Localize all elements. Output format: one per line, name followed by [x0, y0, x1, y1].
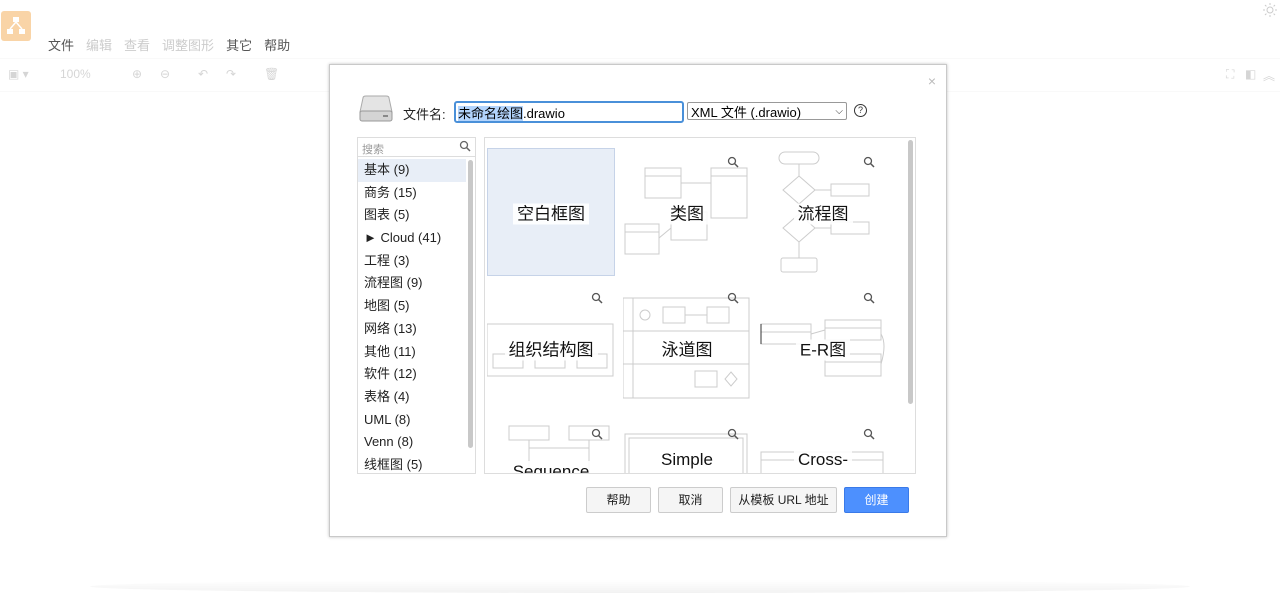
category-item-software[interactable]: 软件 (12): [358, 363, 466, 386]
fullscreen-icon[interactable]: ⛶: [1226, 67, 1234, 82]
filename-input[interactable]: 未命名绘图.drawio: [454, 101, 684, 123]
collapse-icon[interactable]: ︽: [1263, 67, 1275, 84]
app-logo: [1, 11, 31, 41]
category-item-tables[interactable]: 表格 (4): [358, 386, 466, 409]
template-cross-functional[interactable]: Cross-: [759, 420, 887, 473]
search-input[interactable]: 搜索: [358, 138, 475, 157]
template-er-diagram[interactable]: E-R图: [759, 284, 887, 412]
disk-icon: [359, 95, 393, 122]
zoom-icon[interactable]: [863, 156, 875, 168]
help-button[interactable]: 帮助: [586, 487, 651, 513]
menu-edit[interactable]: 编辑: [86, 35, 112, 53]
category-panel: 搜索 基本 (9) 商务 (15) 图表 (5) ► Cloud (41) 工程…: [357, 137, 476, 474]
template-swimlane[interactable]: 泳道图: [623, 284, 751, 412]
view-toggle-icon[interactable]: ▣ ▾: [8, 67, 29, 81]
zoom-icon[interactable]: [727, 428, 739, 440]
template-label: 流程图: [793, 203, 853, 225]
template-blank[interactable]: 空白框图: [487, 148, 615, 276]
category-list: 基本 (9) 商务 (15) 图表 (5) ► Cloud (41) 工程 (3…: [358, 159, 466, 473]
category-item-wireframes[interactable]: 线框图 (5): [358, 454, 466, 473]
zoom-icon[interactable]: [863, 292, 875, 304]
filename-selected-text: 未命名绘图: [458, 106, 524, 121]
template-scrollbar[interactable]: [908, 140, 913, 404]
template-flowchart[interactable]: 流程图: [759, 148, 887, 276]
zoom-icon[interactable]: [727, 156, 739, 168]
template-label: 空白框图: [513, 203, 589, 225]
help-icon[interactable]: ?: [854, 104, 867, 117]
search-placeholder: 搜索: [362, 144, 384, 156]
category-item-charts[interactable]: 图表 (5): [358, 204, 466, 227]
undo-icon[interactable]: ↶: [198, 67, 208, 81]
create-button[interactable]: 创建: [844, 487, 909, 513]
format-panel-icon[interactable]: ◧: [1245, 67, 1256, 81]
category-item-basic[interactable]: 基本 (9): [358, 159, 466, 182]
zoom-icon[interactable]: [863, 428, 875, 440]
zoom-in-icon[interactable]: ⊕: [132, 67, 142, 81]
menu-bar: 文件 编辑 查看 调整图形 其它 帮助: [48, 35, 290, 53]
canvas-shadow: [90, 580, 1190, 593]
category-scrollbar[interactable]: [468, 160, 473, 448]
theme-sun-icon[interactable]: [1262, 2, 1278, 18]
category-item-uml[interactable]: UML (8): [358, 409, 466, 432]
close-icon[interactable]: ×: [928, 73, 936, 89]
menu-file[interactable]: 文件: [48, 35, 74, 53]
menu-arrange[interactable]: 调整图形: [162, 35, 214, 53]
menu-help[interactable]: 帮助: [264, 35, 290, 53]
from-template-url-button[interactable]: 从模板 URL 地址: [730, 487, 837, 513]
template-label: Cross-: [793, 449, 853, 470]
template-label: Simple: [657, 449, 717, 470]
menu-extras[interactable]: 其它: [226, 35, 252, 53]
zoom-out-icon[interactable]: ⊖: [160, 67, 170, 81]
zoom-level[interactable]: 100%: [60, 67, 91, 81]
category-item-network[interactable]: 网络 (13): [358, 318, 466, 341]
category-item-cloud[interactable]: ► Cloud (41): [358, 227, 466, 250]
redo-icon[interactable]: ↷: [226, 67, 236, 81]
delete-icon[interactable]: 🗑: [264, 67, 279, 81]
zoom-icon[interactable]: [727, 292, 739, 304]
filename-extension-text: .drawio: [523, 106, 565, 121]
category-item-flowcharts[interactable]: 流程图 (9): [358, 272, 466, 295]
category-item-business[interactable]: 商务 (15): [358, 182, 466, 205]
template-label: 类图: [666, 203, 708, 225]
category-item-other[interactable]: 其他 (11): [358, 341, 466, 364]
template-sequence[interactable]: Sequence: [487, 420, 615, 473]
category-item-maps[interactable]: 地图 (5): [358, 295, 466, 318]
template-simple[interactable]: Simple: [623, 420, 751, 473]
zoom-icon[interactable]: [591, 428, 603, 440]
filename-label: 文件名:: [403, 107, 446, 122]
template-label: 泳道图: [657, 339, 717, 361]
template-panel: 空白框图 类图 流程图 组织结构图 泳道图 E-R图 Sequence Simp…: [484, 137, 916, 474]
cancel-button[interactable]: 取消: [658, 487, 723, 513]
category-item-venn[interactable]: Venn (8): [358, 431, 466, 454]
template-label: E-R图: [795, 339, 851, 361]
template-label: Sequence: [508, 461, 594, 473]
zoom-icon[interactable]: [591, 292, 603, 304]
new-diagram-dialog: × 文件名: 未命名绘图.drawio XML 文件 (.drawio) ⌵ ?…: [329, 64, 947, 537]
template-class-diagram[interactable]: 类图: [623, 148, 751, 276]
format-select[interactable]: XML 文件 (.drawio) ⌵: [687, 102, 847, 120]
format-select-value: XML 文件 (.drawio): [691, 104, 802, 120]
category-item-engineering[interactable]: 工程 (3): [358, 250, 466, 273]
template-org-chart[interactable]: 组织结构图: [487, 284, 615, 412]
chevron-down-icon: ⌵: [835, 105, 843, 117]
search-icon[interactable]: [459, 140, 471, 152]
template-label: 组织结构图: [504, 339, 598, 361]
menu-view[interactable]: 查看: [124, 35, 150, 53]
